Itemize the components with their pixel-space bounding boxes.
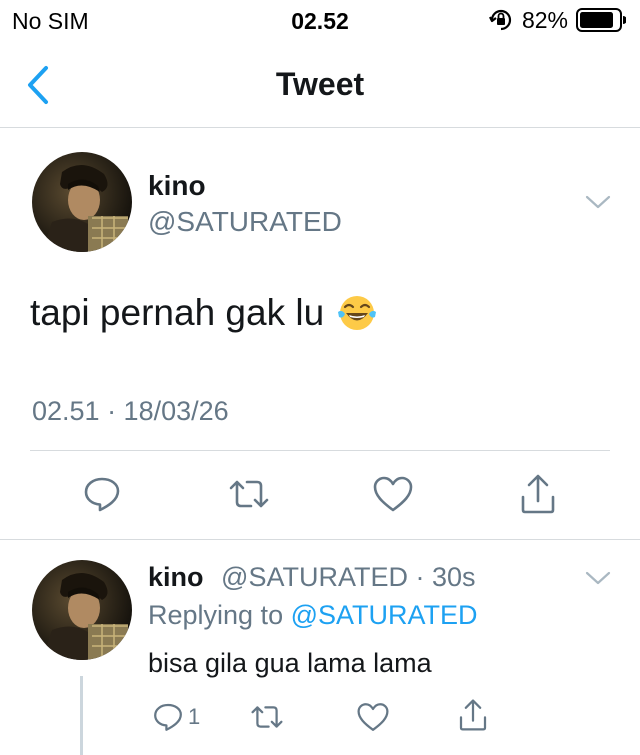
like-button[interactable] — [370, 471, 416, 517]
reply-author-handle[interactable]: @SATURATED — [221, 562, 408, 592]
like-button[interactable] — [356, 697, 390, 737]
author-name[interactable]: kino — [148, 170, 206, 202]
reply-header: kino @SATURATED · 30s — [148, 562, 475, 593]
page-title: Tweet — [275, 66, 365, 102]
replying-prefix: Replying to — [148, 600, 291, 630]
avatar-image — [32, 560, 132, 660]
chevron-down-icon[interactable] — [584, 566, 612, 590]
avatar[interactable] — [32, 152, 132, 252]
status-bar: No SIM 02.52 82% — [0, 0, 640, 42]
reply-icon — [84, 477, 120, 512]
chevron-down-icon[interactable] — [584, 190, 612, 214]
tweet-text-content: tapi pernah gak lu — [30, 292, 325, 333]
orientation-lock-icon — [488, 9, 512, 31]
reply-button[interactable]: 1 — [152, 697, 200, 737]
retweet-icon — [229, 480, 269, 508]
reply-button[interactable] — [79, 471, 125, 517]
reply-text: bisa gila gua lama lama — [148, 648, 432, 678]
like-icon — [357, 703, 389, 731]
avatar[interactable] — [32, 560, 132, 660]
avatar-image — [32, 152, 132, 252]
like-icon — [373, 476, 413, 512]
retweet-button[interactable] — [249, 697, 285, 737]
battery-percent: 82% — [521, 6, 568, 33]
nav-bar: Tweet — [0, 42, 640, 128]
reply-icon — [154, 703, 182, 731]
reply-actions: 1 — [0, 695, 640, 739]
share-button[interactable] — [457, 695, 489, 735]
divider — [30, 450, 610, 451]
reply-count: 1 — [188, 704, 201, 729]
author-handle[interactable]: @SATURATED — [148, 206, 342, 238]
share-button[interactable] — [515, 471, 561, 517]
face-with-tears-of-joy-icon — [338, 296, 377, 330]
replying-to-line: Replying to @SATURATED — [148, 600, 478, 631]
tweet-actions — [0, 466, 640, 522]
reply-time: · 30s — [407, 562, 476, 592]
divider — [0, 539, 640, 540]
tweet-timestamp: 02.51 · 18/03/26 — [32, 396, 229, 426]
battery-icon — [576, 8, 626, 32]
reply-author-name[interactable]: kino — [148, 562, 204, 592]
share-icon — [459, 699, 487, 731]
status-right-group: 82% — [488, 6, 626, 34]
replying-to-link[interactable]: @SATURATED — [291, 600, 478, 630]
share-icon — [521, 474, 555, 514]
retweet-button[interactable] — [226, 471, 272, 517]
retweet-icon — [251, 706, 283, 728]
tweet-text: tapi pernah gak lu — [30, 292, 378, 334]
